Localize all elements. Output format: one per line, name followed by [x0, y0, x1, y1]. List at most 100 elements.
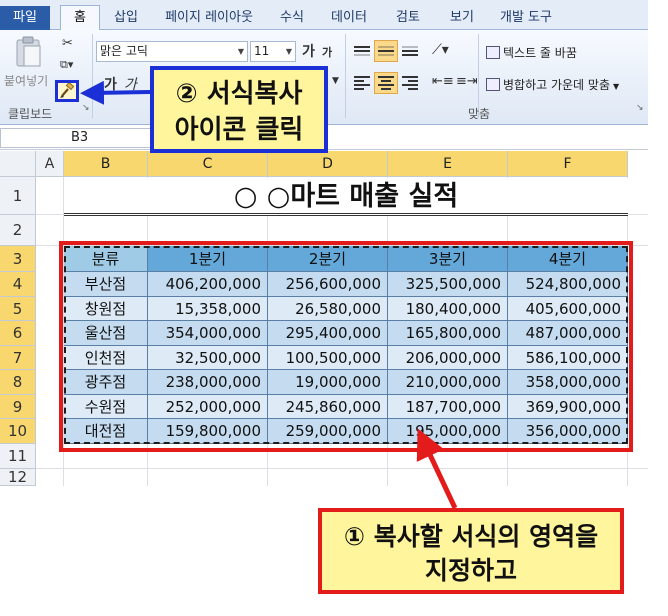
table-value-cell[interactable]: 19,000,000 — [268, 370, 388, 395]
chevron-down-icon[interactable]: ▼ — [332, 76, 339, 86]
orientation-icon[interactable]: ⟋▾ — [432, 42, 449, 58]
table-row-label-cell[interactable]: 부산점 — [64, 272, 148, 297]
row-header-5[interactable]: 5 — [0, 297, 36, 321]
align-left-button[interactable] — [350, 72, 374, 94]
table-value-cell[interactable]: 245,860,000 — [268, 395, 388, 419]
wrap-text-button[interactable]: 텍스트 줄 바꿈 — [486, 44, 577, 61]
tab-formulas[interactable]: 수식 — [272, 8, 312, 30]
grow-font-button[interactable]: 가 — [302, 41, 315, 61]
chevron-down-icon: ▼ — [237, 47, 244, 56]
column-header-b[interactable]: B — [64, 151, 148, 177]
row-header-3[interactable]: 3 — [0, 246, 36, 272]
table-header-cell[interactable]: 1분기 — [148, 246, 268, 272]
callout-step-2-line-1: ② 서식복사 — [175, 79, 303, 109]
table-value-cell[interactable]: 252,000,000 — [148, 395, 268, 419]
sheet-title[interactable]: ○ ○마트 매출 실적 — [64, 178, 628, 216]
row-header-12[interactable]: 12 — [0, 469, 36, 486]
select-all-corner[interactable] — [0, 151, 36, 177]
table-header-cell[interactable]: 3분기 — [388, 246, 508, 272]
table-value-cell[interactable]: 165,800,000 — [388, 321, 508, 346]
table-value-cell[interactable]: 354,000,000 — [148, 321, 268, 346]
table-value-cell[interactable]: 26,580,000 — [268, 297, 388, 321]
name-box[interactable]: B3 — [0, 128, 160, 148]
tab-view[interactable]: 보기 — [442, 8, 482, 30]
table-value-cell[interactable]: 15,358,000 — [148, 297, 268, 321]
tab-insert[interactable]: 삽입 — [106, 8, 146, 30]
table-value-cell[interactable]: 405,600,000 — [508, 297, 628, 321]
alignment-group-label: 맞춤 — [468, 107, 491, 121]
align-bottom-button[interactable] — [398, 40, 422, 62]
tab-developer[interactable]: 개발 도구 — [494, 8, 558, 30]
table-value-cell[interactable]: 325,500,000 — [388, 272, 508, 297]
table-row-label-cell[interactable]: 대전점 — [64, 419, 148, 444]
table-value-cell[interactable]: 487,000,000 — [508, 321, 628, 346]
paste-icon[interactable] — [14, 36, 44, 68]
column-header-e[interactable]: E — [388, 151, 508, 177]
table-value-cell[interactable]: 210,000,000 — [388, 370, 508, 395]
table-header-cell[interactable]: 4분기 — [508, 246, 628, 272]
table-value-cell[interactable]: 356,000,000 — [508, 419, 628, 444]
tab-review[interactable]: 검토 — [388, 8, 428, 30]
table-value-cell[interactable]: 406,200,000 — [148, 272, 268, 297]
table-row-label-cell[interactable]: 창원점 — [64, 297, 148, 321]
group-separator — [345, 34, 346, 118]
row-header-2[interactable]: 2 — [0, 215, 36, 246]
table-value-cell[interactable]: 256,600,000 — [268, 272, 388, 297]
font-name-select[interactable]: 맑은 고딕 ▼ — [96, 41, 248, 62]
format-painter-button[interactable] — [55, 80, 79, 102]
row-header-10[interactable]: 10 — [0, 419, 36, 444]
align-middle-button[interactable] — [374, 40, 398, 62]
clipboard-launcher-icon[interactable]: ↘ — [82, 103, 90, 113]
italic-button[interactable]: 가 — [124, 74, 137, 94]
tab-page-layout[interactable]: 페이지 레이아웃 — [156, 8, 262, 30]
table-value-cell[interactable]: 369,900,000 — [508, 395, 628, 419]
table-header-cell[interactable]: 분류 — [64, 246, 148, 272]
tab-file[interactable]: 파일 — [0, 6, 50, 30]
row-header-8[interactable]: 8 — [0, 370, 36, 395]
column-header-c[interactable]: C — [148, 151, 268, 177]
table-value-cell[interactable]: 238,000,000 — [148, 370, 268, 395]
copy-icon[interactable]: ⧉▾ — [60, 58, 73, 72]
row-header-6[interactable]: 6 — [0, 321, 36, 346]
table-value-cell[interactable]: 586,100,000 — [508, 346, 628, 370]
table-row-label-cell[interactable]: 울산점 — [64, 321, 148, 346]
column-header-f[interactable]: F — [508, 151, 628, 177]
paste-label: 붙여넣기 — [4, 74, 49, 88]
row-header-9[interactable]: 9 — [0, 395, 36, 419]
table-value-cell[interactable]: 358,000,000 — [508, 370, 628, 395]
bold-button[interactable]: 가 — [104, 74, 117, 94]
paintbrush-icon — [60, 83, 75, 98]
table-value-cell[interactable]: 100,500,000 — [268, 346, 388, 370]
align-top-button[interactable] — [350, 40, 374, 62]
alignment-launcher-icon[interactable]: ↘ — [636, 103, 644, 113]
column-header-a[interactable]: A — [36, 151, 64, 177]
merge-center-button[interactable]: 병합하고 가운데 맞춤 ▼ — [486, 76, 619, 93]
decrease-indent-icon[interactable]: ⇤≡ — [432, 74, 454, 89]
font-size-select[interactable]: 11 ▼ — [250, 41, 296, 62]
cut-icon[interactable]: ✂ — [62, 36, 73, 51]
tab-data[interactable]: 데이터 — [324, 8, 374, 30]
shrink-font-button[interactable]: 가 — [322, 44, 332, 60]
row-header-7[interactable]: 7 — [0, 346, 36, 370]
align-center-button[interactable] — [374, 72, 398, 94]
table-value-cell[interactable]: 206,000,000 — [388, 346, 508, 370]
table-header-cell[interactable]: 2분기 — [268, 246, 388, 272]
table-row-label-cell[interactable]: 수원점 — [64, 395, 148, 419]
table-value-cell[interactable]: 295,400,000 — [268, 321, 388, 346]
row-header-4[interactable]: 4 — [0, 272, 36, 297]
table-value-cell[interactable]: 259,000,000 — [268, 419, 388, 444]
tab-home[interactable]: 홈 — [60, 5, 100, 31]
table-value-cell[interactable]: 180,400,000 — [388, 297, 508, 321]
row-header-1[interactable]: 1 — [0, 177, 36, 215]
align-right-button[interactable] — [398, 72, 422, 94]
table-value-cell[interactable]: 195,000,000 — [388, 419, 508, 444]
increase-indent-icon[interactable]: ≡⇥ — [456, 74, 478, 89]
table-value-cell[interactable]: 187,700,000 — [388, 395, 508, 419]
table-value-cell[interactable]: 524,800,000 — [508, 272, 628, 297]
table-row-label-cell[interactable]: 광주점 — [64, 370, 148, 395]
column-header-d[interactable]: D — [268, 151, 388, 177]
row-header-11[interactable]: 11 — [0, 444, 36, 469]
table-value-cell[interactable]: 32,500,000 — [148, 346, 268, 370]
table-value-cell[interactable]: 159,800,000 — [148, 419, 268, 444]
table-row-label-cell[interactable]: 인천점 — [64, 346, 148, 370]
